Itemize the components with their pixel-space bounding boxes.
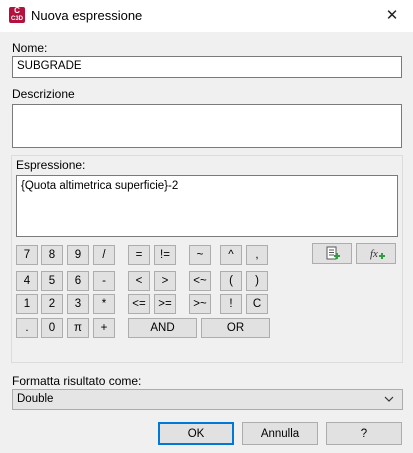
key-plus[interactable]: + (93, 318, 115, 338)
key-greater-than[interactable]: > (154, 271, 176, 291)
key-6[interactable]: 6 (67, 271, 89, 291)
key-5[interactable]: 5 (41, 271, 63, 291)
key-9[interactable]: 9 (67, 245, 89, 265)
key-greater-approx[interactable]: >~ (189, 294, 211, 314)
key-comma[interactable]: , (246, 245, 268, 265)
key-and[interactable]: AND (128, 318, 197, 338)
key-power[interactable]: ^ (220, 245, 242, 265)
key-greater-equal[interactable]: >= (154, 294, 176, 314)
key-pi[interactable]: π (67, 318, 89, 338)
insert-function-icon: fx (370, 248, 385, 260)
chevron-down-icon (384, 396, 394, 402)
key-2[interactable]: 2 (41, 294, 63, 314)
insert-property-button[interactable] (312, 243, 352, 264)
ok-button[interactable]: OK (158, 422, 234, 445)
description-label: Descrizione (12, 87, 75, 101)
key-not-equals[interactable]: != (154, 245, 176, 265)
format-dropdown[interactable]: Double (12, 389, 403, 410)
close-icon[interactable]: ✕ (378, 3, 406, 29)
key-3[interactable]: 3 (67, 294, 89, 314)
key-0[interactable]: 0 (41, 318, 63, 338)
expression-field[interactable]: {Quota altimetrica superficie}-2 (16, 175, 398, 237)
key-7[interactable]: 7 (16, 245, 38, 265)
key-less-equal[interactable]: <= (128, 294, 150, 314)
key-decimal[interactable]: . (16, 318, 38, 338)
key-4[interactable]: 4 (16, 271, 38, 291)
format-value: Double (17, 393, 54, 405)
insert-function-button[interactable]: fx (356, 243, 396, 264)
name-field[interactable]: SUBGRADE (12, 56, 402, 78)
expression-value: {Quota altimetrica superficie}-2 (21, 180, 179, 192)
key-close-paren[interactable]: ) (246, 271, 268, 291)
key-8[interactable]: 8 (41, 245, 63, 265)
key-clear[interactable]: C (246, 294, 268, 314)
key-divide[interactable]: / (93, 245, 115, 265)
expression-label: Espressione: (16, 158, 86, 172)
key-multiply[interactable]: * (93, 294, 115, 314)
name-value: SUBGRADE (17, 60, 82, 72)
key-or[interactable]: OR (201, 318, 270, 338)
key-not[interactable]: ! (220, 294, 242, 314)
key-open-paren[interactable]: ( (220, 271, 242, 291)
key-less-than[interactable]: < (128, 271, 150, 291)
name-label: Nome: (12, 41, 48, 55)
key-equals[interactable]: = (128, 245, 150, 265)
format-label: Formatta risultato come: (12, 374, 142, 388)
help-button[interactable]: ? (326, 422, 402, 445)
svg-text:fx: fx (370, 248, 378, 260)
key-less-approx[interactable]: <~ (189, 271, 211, 291)
description-value (13, 105, 401, 111)
insert-property-icon (326, 246, 340, 260)
civil-3d-app-icon: C C3D (9, 6, 25, 23)
description-field[interactable] (12, 104, 402, 148)
key-1[interactable]: 1 (16, 294, 38, 314)
key-approx[interactable]: ~ (189, 245, 211, 265)
cancel-button[interactable]: Annulla (242, 422, 318, 445)
window-title: Nuova espressione (31, 8, 143, 23)
key-minus[interactable]: - (93, 271, 115, 291)
